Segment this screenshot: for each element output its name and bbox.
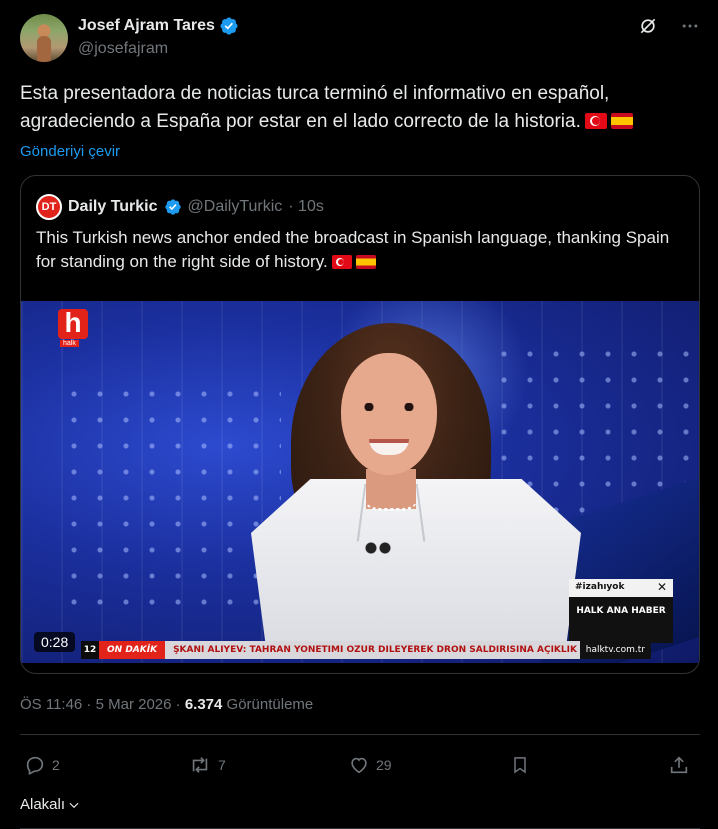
translate-link[interactable]: Gönderiyi çevir: [20, 143, 120, 160]
program-badge: #izahıyok ✕ HALK ANA HABER: [569, 579, 673, 643]
verified-badge-icon: [220, 17, 238, 35]
channel-logo: h halk: [58, 309, 88, 347]
spain-flag-icon: [610, 113, 633, 129]
quote-author-name[interactable]: Daily Turkic: [68, 198, 158, 216]
news-ticker: 12 ON DAKİK ŞKANI ALİYEV: TAHRAN YÖNETİM…: [81, 641, 651, 659]
verified-badge-icon: [164, 199, 181, 215]
grok-icon[interactable]: [638, 16, 658, 36]
author-name[interactable]: Josef Ajram Tares: [78, 17, 215, 35]
sort-label: Alakalı: [20, 796, 66, 813]
reply-count: 2: [52, 757, 60, 773]
spain-flag-icon: [355, 255, 376, 269]
view-count: 6.374: [184, 696, 223, 713]
quoted-tweet[interactable]: DT Daily Turkic @DailyTurkic · 10s This …: [20, 175, 700, 674]
avatar[interactable]: [20, 14, 68, 62]
heart-icon: [351, 757, 367, 774]
quote-author-handle: @DailyTurkic: [187, 198, 283, 215]
author-handle[interactable]: @josefajram: [78, 40, 168, 58]
timestamp[interactable]: ÖS 11:46 · 5 Mar 2026 ·: [20, 696, 181, 713]
divider: [20, 734, 700, 735]
news-anchor-image: [251, 319, 581, 659]
bookmark-icon: [514, 757, 526, 774]
share-button[interactable]: [668, 754, 690, 776]
tweet-text: Esta presentadora de noticias turca term…: [20, 80, 700, 136]
quote-text: This Turkish news anchor ended the broad…: [36, 226, 686, 274]
video-player[interactable]: h halk #izahıyok ✕ HALK ANA HABER 12 ON …: [21, 301, 699, 663]
reply-icon: [26, 756, 44, 776]
bookmark-button[interactable]: [510, 754, 530, 776]
chevron-down-icon: [69, 802, 79, 808]
repost-button[interactable]: 7: [188, 754, 226, 776]
tweet-body: Esta presentadora de noticias turca term…: [20, 83, 610, 132]
reply-button[interactable]: 2: [24, 754, 60, 776]
action-bar: 2 7 29: [20, 752, 700, 782]
view-label: Görüntüleme: [226, 696, 314, 713]
more-icon[interactable]: [680, 16, 700, 36]
quote-avatar[interactable]: DT: [36, 194, 62, 220]
video-duration: 0:28: [34, 632, 76, 652]
sort-dropdown[interactable]: Alakalı: [20, 796, 81, 813]
quote-body: This Turkish news anchor ended the broad…: [36, 228, 670, 271]
author-name-row[interactable]: Josef Ajram Tares: [78, 16, 239, 36]
tweet-header: Josef Ajram Tares @josefajram: [20, 12, 700, 64]
tweet-meta: ÖS 11:46 · 5 Mar 2026 · 6.374 Görüntülem…: [20, 696, 313, 713]
repost-icon: [192, 757, 208, 773]
repost-count: 7: [218, 757, 226, 773]
like-count: 29: [376, 757, 392, 773]
quote-time: · 10s: [288, 198, 324, 215]
like-button[interactable]: 29: [348, 754, 392, 776]
turkey-flag-icon: [331, 255, 352, 269]
turkey-flag-icon: [584, 113, 607, 129]
share-icon: [670, 756, 688, 774]
